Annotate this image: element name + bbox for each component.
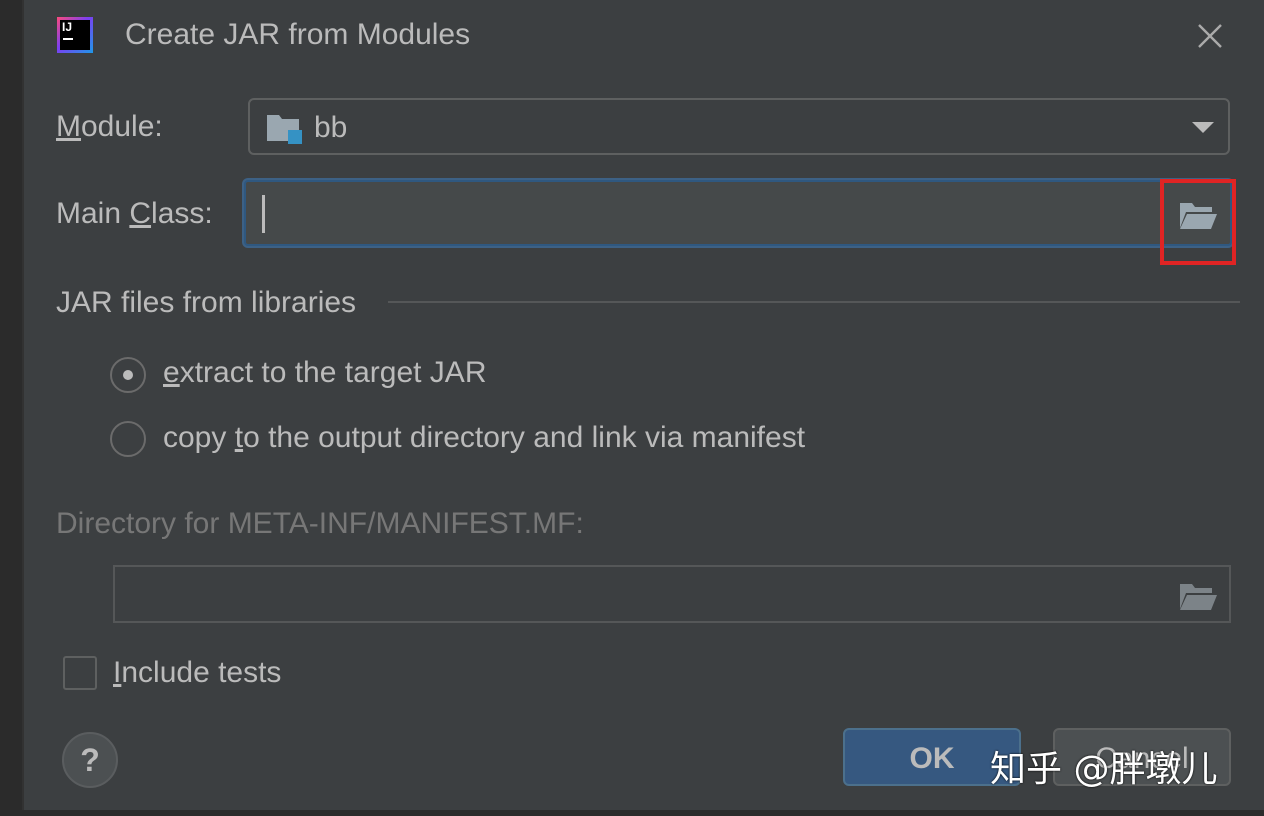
watermark: 知乎 @胖墩儿 xyxy=(990,749,1218,790)
main-class-label-mnemonic: C xyxy=(129,197,152,230)
radio-copy-label[interactable]: copy to the output directory and link vi… xyxy=(163,421,805,455)
window-edge xyxy=(0,0,24,816)
module-label: Module: xyxy=(56,110,163,144)
module-value: bb xyxy=(314,111,348,144)
radio-extract-text: xtract to the target JAR xyxy=(179,356,487,389)
main-class-label: Main Class: xyxy=(56,197,213,231)
intellij-logo-icon: IJ xyxy=(57,17,93,53)
manifest-folder-open-icon xyxy=(1178,580,1218,612)
section-divider xyxy=(388,301,1240,303)
text-caret xyxy=(262,195,265,233)
manifest-directory-input xyxy=(113,565,1231,623)
radio-extract-mnemonic: e xyxy=(163,356,180,389)
include-tests-checkbox[interactable] xyxy=(63,656,97,690)
close-icon[interactable] xyxy=(1192,18,1228,54)
main-class-label-post: lass: xyxy=(151,197,213,230)
folder-open-icon[interactable] xyxy=(1178,199,1218,231)
dialog-title: Create JAR from Modules xyxy=(125,18,471,51)
radio-extract-label[interactable]: extract to the target JAR xyxy=(163,356,486,390)
module-folder-icon xyxy=(266,112,304,146)
module-label-text: odule: xyxy=(81,110,163,143)
chevron-down-icon xyxy=(1192,122,1214,133)
radio-copy-pre: copy xyxy=(163,421,235,454)
radio-copy-text: o the output directory and link via mani… xyxy=(243,421,806,454)
radio-copy-mnemonic: t xyxy=(234,421,244,454)
help-icon: ? xyxy=(80,742,100,778)
include-tests-text: nclude tests xyxy=(121,656,282,689)
module-dropdown[interactable]: bb xyxy=(248,98,1230,155)
libraries-section-title: JAR files from libraries xyxy=(56,286,357,319)
radio-extract[interactable] xyxy=(110,357,146,393)
window-bottom-edge xyxy=(0,810,1264,816)
include-tests-label[interactable]: Include tests xyxy=(113,656,281,690)
main-class-input[interactable] xyxy=(244,180,1232,246)
help-button[interactable]: ? xyxy=(62,732,118,788)
radio-selected-dot xyxy=(123,370,133,380)
main-class-label-pre: Main xyxy=(56,197,130,230)
manifest-directory-label: Directory for META-INF/MANIFEST.MF: xyxy=(56,507,584,540)
radio-copy[interactable] xyxy=(110,421,146,457)
module-label-mnemonic: M xyxy=(56,110,81,143)
